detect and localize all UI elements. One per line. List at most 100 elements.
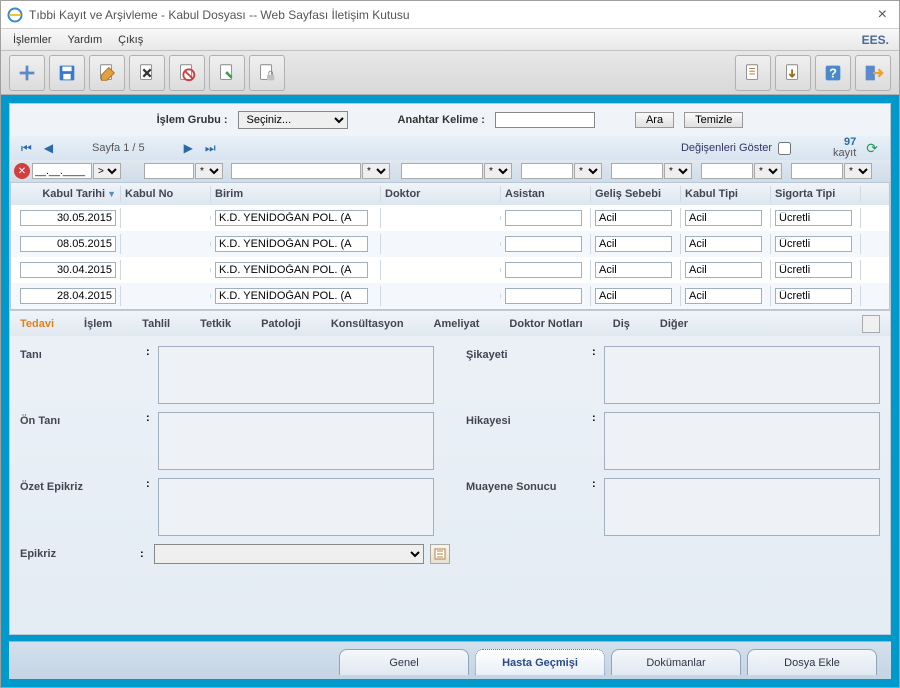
cell-birim[interactable]: [215, 262, 368, 278]
filter-birim-input[interactable]: [231, 163, 361, 179]
cell-asistan[interactable]: [505, 262, 582, 278]
hikaye-field[interactable]: [604, 412, 880, 470]
bottom-tab-dosya-ekle[interactable]: Dosya Ekle: [747, 649, 877, 675]
menu-cikis[interactable]: Çıkış: [110, 32, 151, 48]
cell-sigorta[interactable]: [775, 210, 852, 226]
tab-diş[interactable]: Diş: [613, 318, 630, 330]
filter-birim-op[interactable]: *: [362, 163, 390, 179]
col-tipi-label[interactable]: Kabul Tipi: [681, 186, 771, 202]
tab-patoloji[interactable]: Patoloji: [261, 318, 301, 330]
epikriz-select[interactable]: [154, 544, 424, 564]
col-sigorta-label[interactable]: Sigorta Tipi: [771, 186, 861, 202]
cell-date[interactable]: [20, 236, 116, 252]
grid-body[interactable]: [11, 205, 889, 309]
col-birim-label[interactable]: Birim: [211, 186, 381, 202]
search-button[interactable]: Ara: [635, 112, 674, 128]
tab-diğer[interactable]: Diğer: [660, 318, 688, 330]
filter-sigorta-op[interactable]: *: [844, 163, 872, 179]
cell-sigorta[interactable]: [775, 262, 852, 278]
filter-no-input[interactable]: [144, 163, 194, 179]
next-page-icon[interactable]: ▶: [181, 141, 196, 155]
tab-tool-icon[interactable]: [862, 315, 880, 333]
cell-date[interactable]: [20, 210, 116, 226]
cell-gelis[interactable]: [595, 288, 672, 304]
cell-date[interactable]: [20, 288, 116, 304]
epikriz-open-icon[interactable]: [430, 544, 450, 564]
menu-islemler[interactable]: İşlemler: [5, 32, 60, 48]
cell-asistan[interactable]: [505, 236, 582, 252]
menu-yardim[interactable]: Yardım: [60, 32, 111, 48]
bottom-tab-hasta-geçmişi[interactable]: Hasta Geçmişi: [475, 649, 605, 675]
cell-gelis[interactable]: [595, 262, 672, 278]
delete-button[interactable]: [129, 55, 165, 91]
tab-ameliyat[interactable]: Ameliyat: [434, 318, 480, 330]
tab-tahlil[interactable]: Tahlil: [142, 318, 170, 330]
filter-asistan-input[interactable]: [521, 163, 573, 179]
group-select[interactable]: Seçiniz...: [238, 111, 348, 129]
show-changes-checkbox[interactable]: [778, 142, 791, 155]
clear-button[interactable]: Temizle: [684, 112, 743, 128]
report-button[interactable]: [735, 55, 771, 91]
mark-button[interactable]: [209, 55, 245, 91]
cell-asistan[interactable]: [505, 210, 582, 226]
help-button[interactable]: ?: [815, 55, 851, 91]
save-button[interactable]: [49, 55, 85, 91]
cell-birim[interactable]: [215, 288, 368, 304]
filter-no-op[interactable]: *: [195, 163, 223, 179]
filter-tipi-input[interactable]: [701, 163, 753, 179]
table-row[interactable]: [11, 231, 889, 257]
cell-birim[interactable]: [215, 236, 368, 252]
edit-button[interactable]: [89, 55, 125, 91]
export-button[interactable]: [775, 55, 811, 91]
cell-sigorta[interactable]: [775, 236, 852, 252]
muayene-field[interactable]: [604, 478, 880, 536]
last-page-icon[interactable]: ⏭: [202, 141, 219, 156]
cell-gelis[interactable]: [595, 210, 672, 226]
cell-gelis[interactable]: [595, 236, 672, 252]
cell-tipi[interactable]: [685, 262, 762, 278]
col-date-label[interactable]: Kabul Tarihi: [42, 188, 105, 200]
refresh-icon[interactable]: ⟳: [862, 140, 882, 157]
table-row[interactable]: [11, 283, 889, 309]
table-row[interactable]: [11, 257, 889, 283]
keyword-input[interactable]: [495, 112, 595, 128]
cell-tipi[interactable]: [685, 288, 762, 304]
bottom-tab-dokümanlar[interactable]: Dokümanlar: [611, 649, 741, 675]
first-page-icon[interactable]: ⏮: [18, 141, 35, 156]
col-asistan-label[interactable]: Asistan: [501, 186, 591, 202]
sikayet-field[interactable]: [604, 346, 880, 404]
filter-tipi-op[interactable]: *: [754, 163, 782, 179]
new-button[interactable]: [9, 55, 45, 91]
clear-filter-icon[interactable]: ✕: [14, 163, 30, 179]
cell-birim[interactable]: [215, 210, 368, 226]
filter-asistan-op[interactable]: *: [574, 163, 602, 179]
tab-tedavi[interactable]: Tedavi: [20, 318, 54, 330]
filter-sigorta-input[interactable]: [791, 163, 843, 179]
table-row[interactable]: [11, 205, 889, 231]
close-icon[interactable]: ×: [872, 6, 893, 24]
tab-tetkik[interactable]: Tetkik: [200, 318, 231, 330]
tani-field[interactable]: [158, 346, 434, 404]
lock-button[interactable]: [249, 55, 285, 91]
tab-konsültasyon[interactable]: Konsültasyon: [331, 318, 404, 330]
tab-doktor notları[interactable]: Doktor Notları: [509, 318, 582, 330]
exit-button[interactable]: [855, 55, 891, 91]
ozet-field[interactable]: [158, 478, 434, 536]
col-doktor-label[interactable]: Doktor: [381, 186, 501, 202]
filter-gelis-op[interactable]: *: [664, 163, 692, 179]
filter-date-input[interactable]: [32, 163, 92, 179]
cell-asistan[interactable]: [505, 288, 582, 304]
cell-date[interactable]: [20, 262, 116, 278]
filter-doktor-input[interactable]: [401, 163, 483, 179]
filter-doktor-op[interactable]: *: [484, 163, 512, 179]
bottom-tab-genel[interactable]: Genel: [339, 649, 469, 675]
cell-sigorta[interactable]: [775, 288, 852, 304]
col-no-label[interactable]: Kabul No: [121, 186, 211, 202]
cell-tipi[interactable]: [685, 210, 762, 226]
cell-tipi[interactable]: [685, 236, 762, 252]
tab-i̇şlem[interactable]: İşlem: [84, 318, 112, 330]
filter-gelis-input[interactable]: [611, 163, 663, 179]
ontani-field[interactable]: [158, 412, 434, 470]
cancel-button[interactable]: [169, 55, 205, 91]
col-gelis-label[interactable]: Geliş Sebebi: [591, 186, 681, 202]
